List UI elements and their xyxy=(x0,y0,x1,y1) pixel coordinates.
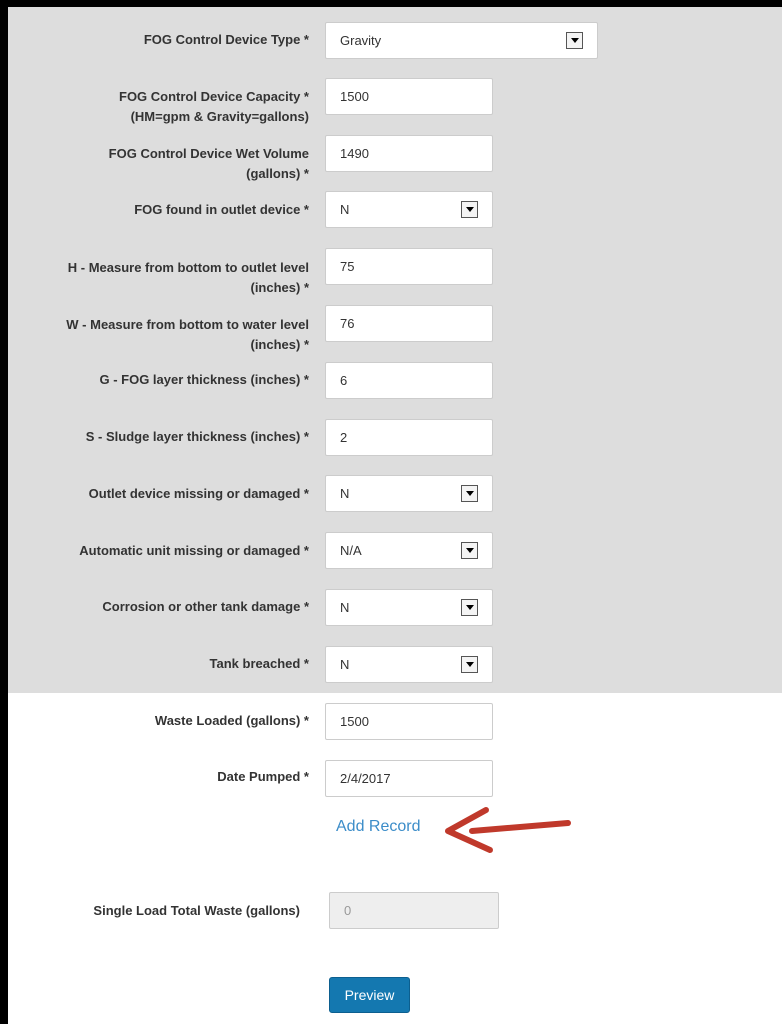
fog-found-outlet-value: N xyxy=(340,202,350,217)
outlet-missing-value: N xyxy=(340,486,350,501)
wet-volume-label-line1: FOG Control Device Wet Volume xyxy=(108,146,309,161)
device-type-select[interactable]: Gravity xyxy=(325,22,598,59)
h-measure-label: H - Measure from bottom to outlet level … xyxy=(8,258,309,298)
add-record-link[interactable]: Add Record xyxy=(336,818,421,836)
corrosion-select[interactable]: N xyxy=(325,589,493,626)
tank-breached-select[interactable]: N xyxy=(325,646,493,683)
wet-volume-input[interactable]: 1490 xyxy=(325,135,493,172)
fog-found-outlet-label: FOG found in outlet device * xyxy=(134,202,309,217)
screenshot-border-left xyxy=(0,0,8,1024)
wet-volume-label-line2: (gallons) * xyxy=(246,166,309,181)
automatic-unit-missing-value: N/A xyxy=(340,543,362,558)
g-fog-layer-label: G - FOG layer thickness (inches) * xyxy=(99,372,309,387)
chevron-down-icon[interactable] xyxy=(461,485,478,502)
capacity-input[interactable]: 1500 xyxy=(325,78,493,115)
w-measure-label-line2: (inches) * xyxy=(250,337,309,352)
s-sludge-layer-input[interactable]: 2 xyxy=(325,419,493,456)
capacity-label-line1: FOG Control Device Capacity * xyxy=(119,89,309,104)
tank-breached-value: N xyxy=(340,657,350,672)
automatic-unit-missing-select[interactable]: N/A xyxy=(325,532,493,569)
outlet-missing-label: Outlet device missing or damaged * xyxy=(88,486,309,501)
w-measure-label: W - Measure from bottom to water level (… xyxy=(8,315,309,355)
annotation-arrow-icon xyxy=(445,807,571,853)
total-waste-label: Single Load Total Waste (gallons) xyxy=(93,903,300,918)
chevron-down-icon[interactable] xyxy=(461,656,478,673)
s-sludge-layer-label: S - Sludge layer thickness (inches) * xyxy=(85,429,309,444)
h-measure-input[interactable]: 75 xyxy=(325,248,493,285)
total-waste-input: 0 xyxy=(329,892,499,929)
w-measure-input[interactable]: 76 xyxy=(325,305,493,342)
h-measure-label-line2: (inches) * xyxy=(250,280,309,295)
automatic-unit-missing-label: Automatic unit missing or damaged * xyxy=(79,543,309,558)
tank-breached-label: Tank breached * xyxy=(209,656,309,671)
corrosion-label: Corrosion or other tank damage * xyxy=(102,599,309,614)
capacity-label: FOG Control Device Capacity * (HM=gpm & … xyxy=(8,87,309,127)
outlet-missing-select[interactable]: N xyxy=(325,475,493,512)
h-measure-label-line1: H - Measure from bottom to outlet level xyxy=(67,260,309,275)
fog-found-outlet-select[interactable]: N xyxy=(325,191,493,228)
device-type-label: FOG Control Device Type * xyxy=(143,32,309,47)
preview-button[interactable]: Preview xyxy=(329,977,410,1013)
date-pumped-input[interactable]: 2/4/2017 xyxy=(325,760,493,797)
chevron-down-icon[interactable] xyxy=(461,599,478,616)
capacity-label-line2: (HM=gpm & Gravity=gallons) xyxy=(130,109,309,124)
chevron-down-icon[interactable] xyxy=(566,32,583,49)
w-measure-label-line1: W - Measure from bottom to water level xyxy=(66,317,309,332)
g-fog-layer-input[interactable]: 6 xyxy=(325,362,493,399)
screenshot-border-top xyxy=(0,0,782,7)
date-pumped-label: Date Pumped * xyxy=(217,769,309,784)
chevron-down-icon[interactable] xyxy=(461,542,478,559)
device-type-value: Gravity xyxy=(340,33,382,48)
chevron-down-icon[interactable] xyxy=(461,201,478,218)
waste-loaded-label: Waste Loaded (gallons) * xyxy=(154,713,309,728)
wet-volume-label: FOG Control Device Wet Volume (gallons) … xyxy=(8,144,309,184)
waste-loaded-input[interactable]: 1500 xyxy=(325,703,493,740)
corrosion-value: N xyxy=(340,600,350,615)
